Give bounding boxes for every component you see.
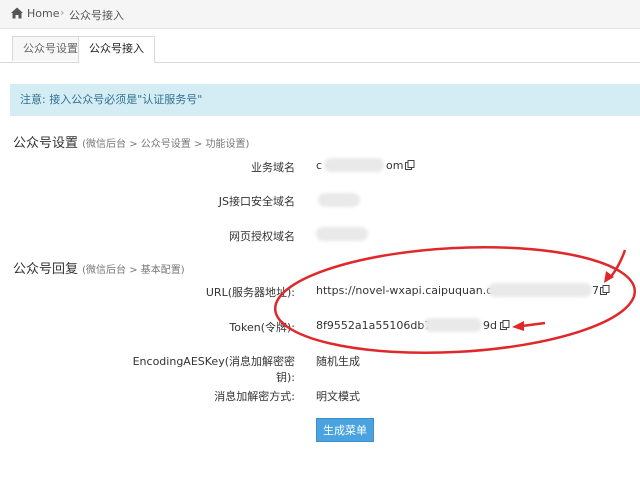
annotation-ellipse xyxy=(273,245,637,355)
annotation-arrowhead-token xyxy=(512,321,524,331)
annotation-overlay xyxy=(273,245,637,355)
annotation-arrow-token xyxy=(521,321,546,328)
